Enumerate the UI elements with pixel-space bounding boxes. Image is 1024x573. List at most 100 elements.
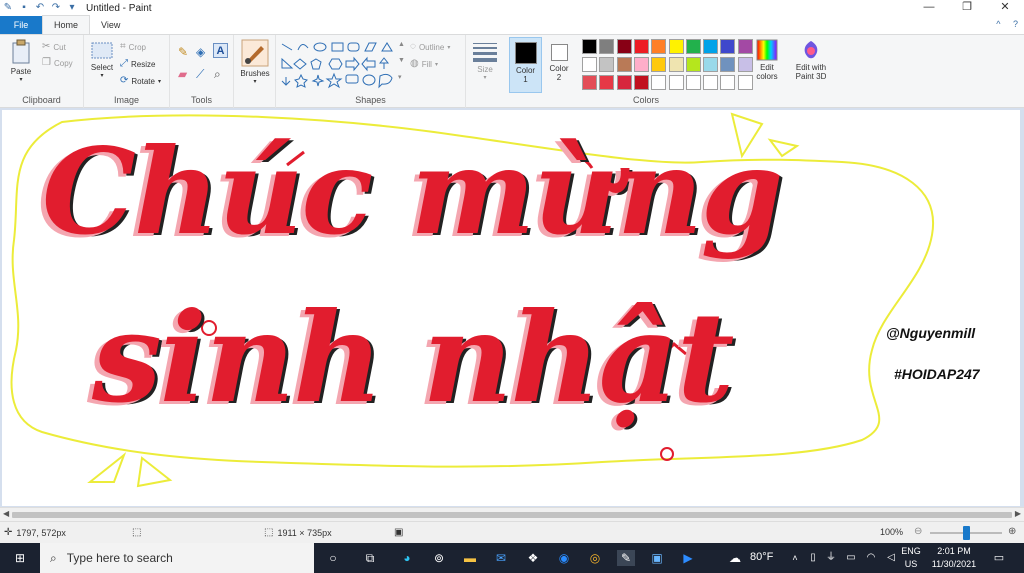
- color2-button[interactable]: Color 2: [544, 37, 574, 93]
- color-swatch[interactable]: [582, 57, 597, 72]
- color-swatch[interactable]: [737, 57, 753, 72]
- color-swatch[interactable]: [737, 39, 753, 54]
- task-view-icon[interactable]: ⧉: [361, 550, 379, 566]
- zalo-icon[interactable]: ◉: [555, 550, 573, 566]
- resize-button[interactable]: ⤢ Resize: [120, 58, 155, 70]
- scroll-left-icon[interactable]: ◀: [3, 509, 9, 518]
- shapes-gallery[interactable]: [280, 40, 406, 90]
- wifi-icon[interactable]: ◠: [862, 550, 880, 566]
- color-swatch[interactable]: [582, 75, 597, 90]
- color-swatch[interactable]: [582, 39, 597, 54]
- collapse-ribbon-icon[interactable]: ^: [996, 19, 1000, 29]
- photos-icon[interactable]: ▣: [648, 550, 666, 566]
- undo-icon[interactable]: ↶: [34, 2, 46, 14]
- horizontal-scrollbar[interactable]: ◀ ▶: [0, 507, 1024, 521]
- shapes-scroll-up-icon[interactable]: ▲: [398, 41, 405, 48]
- color-swatch[interactable]: [651, 75, 667, 90]
- weather-icon[interactable]: ☁: [726, 550, 744, 566]
- battery-icon[interactable]: ▭: [842, 550, 860, 566]
- notifications-icon[interactable]: ▭: [990, 550, 1008, 566]
- copy-button[interactable]: ❐ Copy: [42, 57, 73, 69]
- brushes-button[interactable]: Brushes ▾: [238, 39, 272, 85]
- text-tool-icon[interactable]: A: [213, 43, 228, 58]
- color-swatch[interactable]: [720, 75, 736, 90]
- color-swatch[interactable]: [668, 75, 684, 90]
- cut-button[interactable]: ✂ Cut: [42, 41, 66, 53]
- color-swatch[interactable]: [685, 75, 701, 90]
- restore-button[interactable]: ❐: [948, 0, 986, 16]
- show-hidden-icons-icon[interactable]: ˄: [786, 550, 804, 566]
- color1-button[interactable]: Color 1: [509, 37, 542, 93]
- redo-icon[interactable]: ↷: [50, 2, 62, 14]
- color-picker-icon[interactable]: ⟋: [196, 67, 204, 82]
- color-swatch[interactable]: [616, 75, 632, 90]
- color-swatch[interactable]: [599, 57, 615, 72]
- outline-button[interactable]: ◌ Outline ▾: [410, 41, 450, 53]
- color-swatch[interactable]: [668, 57, 684, 72]
- windows-start-icon[interactable]: ⊞: [11, 550, 29, 566]
- color-swatch[interactable]: [616, 57, 632, 72]
- zoom-app-icon[interactable]: ▶: [679, 550, 697, 566]
- color-swatch[interactable]: [737, 75, 753, 90]
- color-swatch[interactable]: [720, 57, 736, 72]
- language-indicator[interactable]: ENG US: [900, 545, 922, 571]
- store-icon[interactable]: ⊚: [430, 550, 448, 566]
- weather-temp[interactable]: 80°F: [750, 551, 773, 563]
- usb-icon[interactable]: ⏚: [822, 550, 840, 566]
- taskbar-search[interactable]: ⌕ Type here to search: [40, 543, 314, 573]
- zoom-in-icon[interactable]: ⊕: [1008, 526, 1016, 537]
- edit-with-paint3d-button[interactable]: Edit with Paint 3D: [788, 39, 834, 81]
- color-swatch[interactable]: [599, 75, 615, 90]
- mail-icon[interactable]: ✉: [492, 550, 510, 566]
- eraser-icon[interactable]: ▰: [178, 67, 187, 81]
- scrollbar-thumb[interactable]: [12, 512, 1012, 518]
- clock[interactable]: 2:01 PM 11/30/2021: [926, 545, 982, 571]
- help-icon[interactable]: ?: [1013, 19, 1018, 29]
- pencil-icon[interactable]: ✎: [178, 45, 188, 59]
- tab-file[interactable]: File: [0, 16, 42, 34]
- tab-home[interactable]: Home: [42, 15, 91, 34]
- color-swatch[interactable]: [703, 75, 719, 90]
- zoom-out-icon[interactable]: ⊖: [914, 526, 922, 537]
- edit-colors-button[interactable]: Edit colors: [754, 39, 780, 81]
- chrome-icon[interactable]: ◎: [586, 550, 604, 566]
- canvas-area[interactable]: Chúc mừng sinh nhật @Nguyenmill #HOIDAP2…: [0, 108, 1024, 507]
- color-swatch[interactable]: [703, 57, 719, 72]
- paint-taskbar-icon[interactable]: ✎: [617, 550, 635, 566]
- color-swatch[interactable]: [651, 57, 667, 72]
- color-swatch[interactable]: [668, 39, 684, 54]
- shapes-scroll-down-icon[interactable]: ▼: [398, 57, 405, 64]
- close-button[interactable]: ✕: [986, 0, 1024, 16]
- fill-button[interactable]: ◍ Fill ▾: [410, 58, 438, 70]
- zoom-slider-thumb[interactable]: [962, 526, 970, 540]
- color-swatch[interactable]: [633, 39, 649, 54]
- color-swatch[interactable]: [720, 39, 736, 54]
- drawing-canvas[interactable]: Chúc mừng sinh nhật @Nguyenmill #HOIDAP2…: [2, 110, 1020, 506]
- device-icon[interactable]: ▯: [804, 550, 822, 566]
- minimize-button[interactable]: —: [910, 0, 948, 16]
- color-swatch[interactable]: [616, 39, 632, 54]
- scroll-right-icon[interactable]: ▶: [1015, 509, 1021, 518]
- color-swatch[interactable]: [633, 57, 649, 72]
- fill-bucket-icon[interactable]: ◈: [196, 45, 205, 59]
- crop-button[interactable]: ⌗ Crop: [120, 41, 146, 53]
- dropbox-icon[interactable]: ❖: [524, 550, 542, 566]
- rotate-button[interactable]: ⟳ Rotate ▾: [120, 75, 161, 87]
- customize-toolbar-icon[interactable]: ▾: [66, 2, 78, 14]
- color-swatch[interactable]: [703, 39, 719, 54]
- zoom-slider[interactable]: [930, 526, 1002, 540]
- paste-button[interactable]: Paste ▾: [6, 39, 36, 83]
- volume-icon[interactable]: ◁: [882, 550, 900, 566]
- magnifier-icon[interactable]: ⌕: [214, 67, 221, 82]
- color-swatch[interactable]: [599, 39, 615, 54]
- tab-view[interactable]: View: [90, 16, 131, 34]
- select-button[interactable]: Select ▾: [88, 41, 116, 79]
- cortana-icon[interactable]: ○: [324, 550, 342, 566]
- save-icon[interactable]: ▪: [18, 2, 30, 14]
- color-swatch[interactable]: [633, 75, 649, 90]
- edge-icon[interactable]: ◕: [398, 550, 416, 566]
- shapes-more-icon[interactable]: ▾: [398, 73, 402, 81]
- file-explorer-icon[interactable]: ▬: [461, 550, 479, 566]
- size-button[interactable]: Size ▾: [470, 41, 500, 81]
- color-swatch[interactable]: [685, 57, 701, 72]
